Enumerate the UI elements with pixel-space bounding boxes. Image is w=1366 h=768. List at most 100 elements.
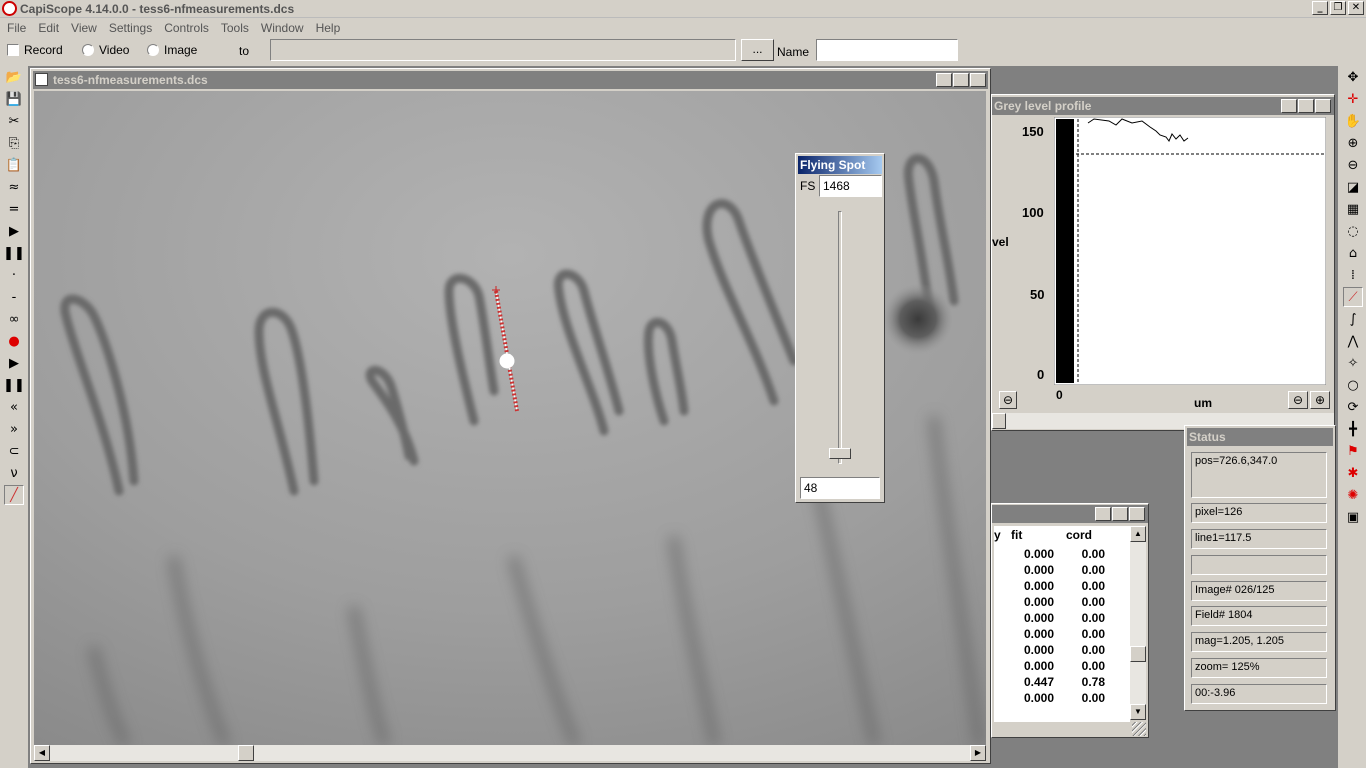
name-field[interactable] [816, 39, 958, 61]
cross-measure-icon[interactable]: ╋ [1343, 419, 1363, 439]
menu-view[interactable]: View [65, 19, 103, 37]
line-tool-icon[interactable]: ╱ [4, 485, 24, 505]
close-icon[interactable]: ✕ [1315, 99, 1331, 113]
grid-icon[interactable]: ▦ [1343, 199, 1363, 219]
dot-small-icon[interactable]: · [4, 265, 24, 285]
zoom-out-left-icon[interactable]: ⊖ [999, 391, 1017, 409]
fs-slider-thumb[interactable] [829, 448, 851, 459]
menu-edit[interactable]: Edit [32, 19, 65, 37]
line-measure-icon[interactable]: ⟋ [1343, 287, 1363, 307]
table-row[interactable]: 0.000 0.00 [994, 595, 1130, 611]
table-row[interactable]: 0.000 0.00 [994, 659, 1130, 675]
close-icon[interactable]: ✕ [1129, 507, 1145, 521]
copy-icon[interactable]: ⎘ [4, 133, 24, 153]
crosshair-icon[interactable]: ✛ [1343, 89, 1363, 109]
table-row[interactable]: 0.447 0.78 [994, 675, 1130, 691]
wave-icon[interactable]: ≈ [4, 177, 24, 197]
x-axis-label: um [1194, 396, 1212, 410]
scroll-left-icon[interactable]: ◀ [34, 745, 50, 761]
glasses-icon[interactable]: ∞ [4, 309, 24, 329]
ellipse-icon[interactable]: ○ [1343, 375, 1363, 395]
image-hscrollbar[interactable]: ◀ ▶ [34, 745, 986, 761]
fs-input[interactable]: 1468 [819, 175, 882, 197]
highlight-icon[interactable]: ◪ [1343, 177, 1363, 197]
y-tick-50: 50 [1030, 287, 1045, 302]
scroll-thumb[interactable] [238, 745, 254, 761]
maximize-icon[interactable]: □ [953, 73, 969, 87]
close-icon[interactable]: ✕ [970, 73, 986, 87]
zoom-out-icon[interactable]: ⊖ [1288, 391, 1308, 409]
menu-file[interactable]: File [1, 19, 32, 37]
table-row[interactable]: 0.000 0.00 [994, 579, 1130, 595]
minimize-icon[interactable]: _ [1281, 99, 1297, 113]
minimize-icon[interactable]: _ [1095, 507, 1111, 521]
loop-icon[interactable]: ⊂ [4, 441, 24, 461]
cord-cell: 0.00 [1081, 595, 1105, 609]
path-field[interactable] [270, 39, 736, 61]
equals-icon[interactable]: = [4, 199, 24, 219]
save-icon[interactable]: 💾 [4, 89, 24, 109]
nu-icon[interactable]: ν [4, 463, 24, 483]
status-time: 00:-3.96 [1191, 684, 1327, 704]
close-icon[interactable]: ✕ [1348, 1, 1364, 15]
pause-icon[interactable]: ❚❚ [3, 375, 25, 395]
maximize-icon[interactable]: □ [1112, 507, 1128, 521]
fast-forward-icon[interactable]: » [4, 419, 24, 439]
scroll-down-icon[interactable]: ▼ [1130, 704, 1146, 720]
zoom-in-icon[interactable]: ⊕ [1343, 133, 1363, 153]
minimize-icon[interactable]: _ [1312, 1, 1328, 15]
menu-tools[interactable]: Tools [215, 19, 255, 37]
freeform-icon[interactable]: ✧ [1343, 353, 1363, 373]
red-star-icon[interactable]: ✱ [1343, 463, 1363, 483]
dash-small-icon[interactable]: - [4, 287, 24, 307]
grid-dots-icon[interactable]: ⁞ [1343, 265, 1363, 285]
polyline-icon[interactable]: ⋀ [1343, 331, 1363, 351]
hand-icon[interactable]: ✋ [1343, 111, 1363, 131]
browse-button[interactable]: ... [741, 39, 774, 61]
slider-value-input[interactable]: 48 [800, 477, 880, 499]
app-title: CapiScope 4.14.0.0 - tess6-nfmeasurement… [20, 2, 295, 16]
menu-window[interactable]: Window [255, 19, 310, 37]
scroll-right-icon[interactable]: ▶ [970, 745, 986, 761]
menu-settings[interactable]: Settings [103, 19, 158, 37]
table-row[interactable]: 0.000 0.00 [994, 643, 1130, 659]
table-row[interactable]: 0.000 0.00 [994, 547, 1130, 563]
circle-gray-icon[interactable]: ◌ [1343, 221, 1363, 241]
record-icon[interactable]: ● [4, 331, 24, 351]
table-row[interactable]: 0.000 0.00 [994, 563, 1130, 579]
cut-icon[interactable]: ✂ [4, 111, 24, 131]
video-radio[interactable] [82, 44, 94, 56]
minimize-icon[interactable]: _ [936, 73, 952, 87]
menu-help[interactable]: Help [310, 19, 347, 37]
scroll-up-icon[interactable]: ▲ [1130, 526, 1146, 542]
move-icon[interactable]: ✥ [1343, 67, 1363, 87]
maximize-icon[interactable]: □ [1298, 99, 1314, 113]
curve-icon[interactable]: ∫ [1343, 309, 1363, 329]
play-icon[interactable]: ▶ [4, 353, 24, 373]
scroll-thumb[interactable] [992, 413, 1006, 429]
table-row[interactable]: 0.000 0.00 [994, 627, 1130, 643]
menu-controls[interactable]: Controls [158, 19, 215, 37]
pause-icon[interactable]: ❚❚ [3, 243, 25, 263]
rewind-icon[interactable]: « [4, 397, 24, 417]
zoom-out-icon[interactable]: ⊖ [1343, 155, 1363, 175]
fit-table-vscrollbar[interactable]: ▲ ▼ [1130, 526, 1146, 720]
play-icon[interactable]: ▶ [4, 221, 24, 241]
open-icon[interactable]: 📂 [4, 67, 24, 87]
red-splat-icon[interactable]: ✺ [1343, 485, 1363, 505]
restore-icon[interactable]: ❐ [1330, 1, 1346, 15]
image-tool-icon[interactable]: ▣ [1343, 507, 1363, 527]
record-checkbox[interactable] [7, 44, 19, 56]
flood-icon[interactable]: ⌂ [1343, 243, 1363, 263]
red-marker-icon[interactable]: ⚑ [1343, 441, 1363, 461]
paste-icon[interactable]: 📋 [4, 155, 24, 175]
circle-arrows-icon[interactable]: ⟳ [1343, 397, 1363, 417]
image-radio[interactable] [147, 44, 159, 56]
resize-grip-icon[interactable] [1132, 722, 1146, 736]
zoom-in-icon[interactable]: ⊕ [1310, 391, 1330, 409]
table-row[interactable]: 0.000 0.00 [994, 691, 1130, 707]
scroll-thumb[interactable] [1130, 646, 1146, 662]
col-header-cord: cord [1066, 528, 1093, 542]
table-row[interactable]: 0.000 0.00 [994, 611, 1130, 627]
fit-table-hscrollbar[interactable] [994, 722, 1130, 736]
